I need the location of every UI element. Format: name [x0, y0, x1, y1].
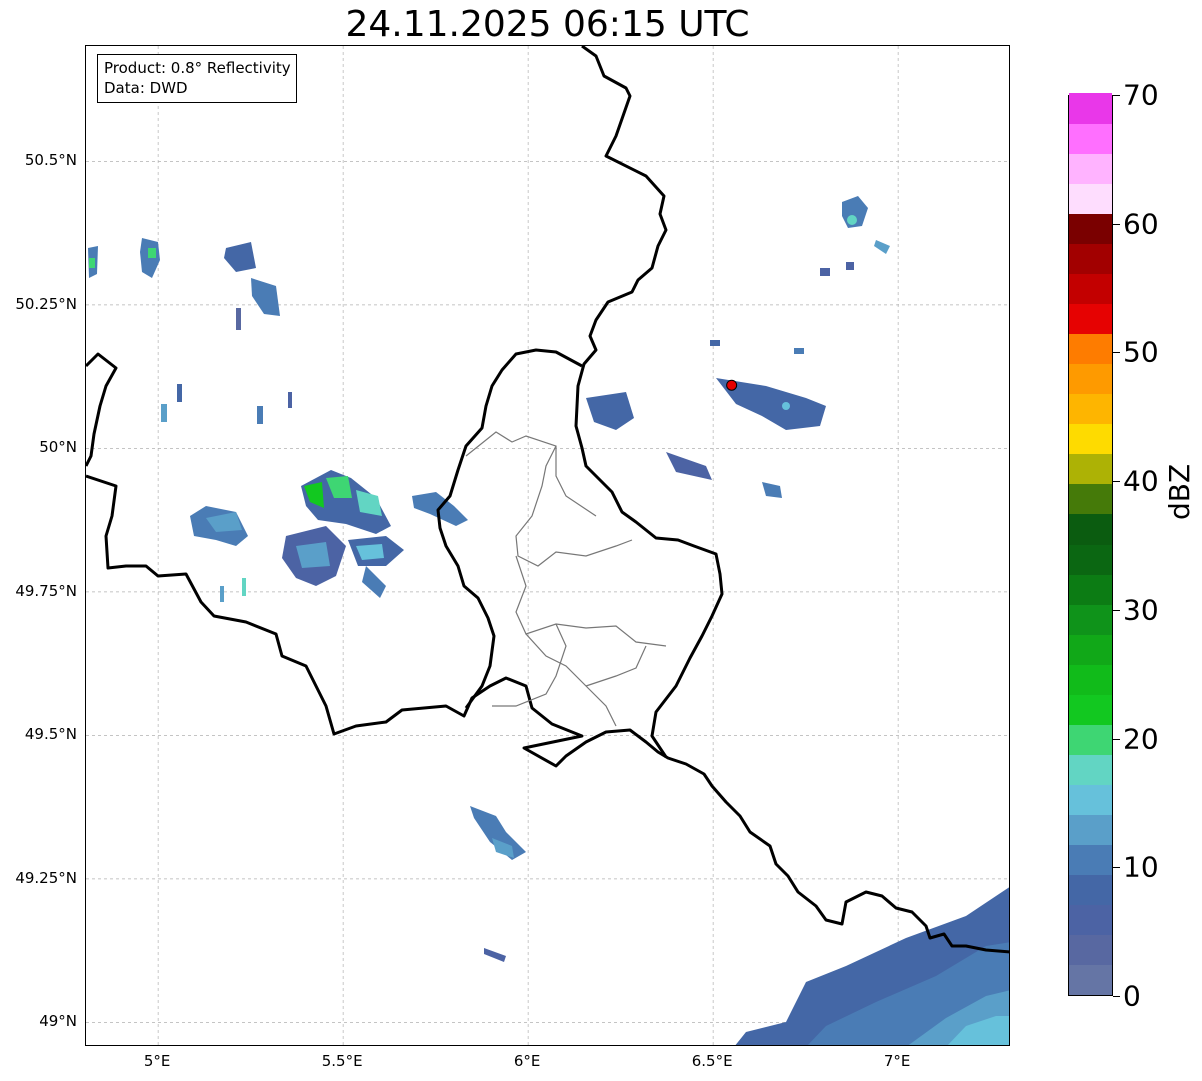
lat-tick-label: 50.5°N [24, 151, 77, 170]
map-canvas [86, 46, 1009, 1045]
colorbar-tick-label: 60 [1123, 207, 1159, 241]
lat-tick-label: 49.5°N [24, 725, 77, 744]
product-label: Product: 0.8° Reflectivity [104, 59, 291, 77]
colorbar-segment [1069, 694, 1112, 725]
colorbar-tick-mark [1113, 95, 1120, 96]
colorbar-tick-label: 30 [1123, 593, 1159, 627]
national-borders [86, 46, 1009, 954]
lon-tick-label: 6°E [513, 1052, 541, 1070]
colorbar-segment [1069, 333, 1112, 365]
lat-tick-label: 49.75°N [15, 581, 77, 600]
colorbar-segment [1069, 634, 1112, 665]
colorbar-segment [1069, 814, 1112, 845]
colorbar-tick-mark [1113, 223, 1120, 225]
colorbar-segment [1069, 153, 1112, 185]
colorbar-segment [1069, 393, 1112, 425]
colorbar-segment [1069, 784, 1112, 815]
lat-tick-label: 49°N [39, 1012, 77, 1031]
lat-tick-label: 50°N [39, 438, 77, 457]
colorbar-segment [1069, 303, 1112, 335]
map-title: 24.11.2025 06:15 UTC [345, 4, 750, 45]
colorbar-tick-label: 10 [1123, 850, 1159, 884]
colorbar-segment [1069, 904, 1112, 935]
colorbar-tick-label: 40 [1123, 464, 1159, 498]
colorbar-tick-label: 20 [1123, 722, 1159, 756]
reflectivity-colorbar [1068, 93, 1113, 996]
radar-echoes [88, 196, 1009, 1045]
colorbar-segment [1069, 754, 1112, 785]
colorbar-tick-mark [1113, 738, 1120, 740]
colorbar-segment [1069, 874, 1112, 905]
colorbar-segment [1069, 934, 1112, 965]
colorbar-segment [1069, 483, 1112, 515]
lon-tick-label: 6.5°E [691, 1052, 733, 1070]
lon-tick-label: 5°E [143, 1052, 171, 1070]
colorbar-segment [1069, 123, 1112, 155]
lon-tick-label: 5.5°E [321, 1052, 363, 1070]
colorbar-tick-mark [1113, 996, 1120, 997]
colorbar-segment [1069, 664, 1112, 695]
colorbar-segment [1069, 573, 1112, 605]
colorbar-tick-mark [1113, 352, 1120, 354]
lon-tick-label: 7°E [883, 1052, 911, 1070]
radar-site-marker[interactable] [726, 379, 738, 391]
colorbar-tick-mark [1113, 867, 1120, 869]
colorbar-segment [1069, 243, 1112, 275]
colorbar-tick-label: 70 [1123, 78, 1159, 112]
radar-map[interactable] [85, 45, 1010, 1046]
colorbar-segment [1069, 213, 1112, 245]
colorbar-segment [1069, 964, 1112, 995]
colorbar-tick-mark [1113, 609, 1120, 611]
colorbar-unit-label: dBZ [1163, 463, 1196, 520]
graticule-grid [86, 46, 1009, 1045]
colorbar-segment [1069, 724, 1112, 755]
colorbar-tick-label: 50 [1123, 335, 1159, 369]
data-source-label: Data: DWD [104, 79, 188, 97]
colorbar-segment [1069, 844, 1112, 875]
colorbar-tick-mark [1113, 481, 1120, 483]
colorbar-segment [1069, 363, 1112, 395]
colorbar-segment [1069, 93, 1112, 125]
colorbar-segment [1069, 513, 1112, 545]
colorbar-segment [1069, 543, 1112, 575]
colorbar-tick-label: 0 [1123, 979, 1141, 1013]
lat-tick-label: 49.25°N [15, 868, 77, 887]
colorbar-segment [1069, 453, 1112, 485]
radar-site-dot[interactable] [726, 379, 738, 391]
colorbar-segment [1069, 423, 1112, 455]
colorbar-segment [1069, 273, 1112, 305]
info-box: Product: 0.8° Reflectivity Data: DWD [97, 54, 297, 103]
colorbar-segment [1069, 183, 1112, 215]
lat-tick-label: 50.25°N [15, 294, 77, 313]
colorbar-segment [1069, 603, 1112, 635]
